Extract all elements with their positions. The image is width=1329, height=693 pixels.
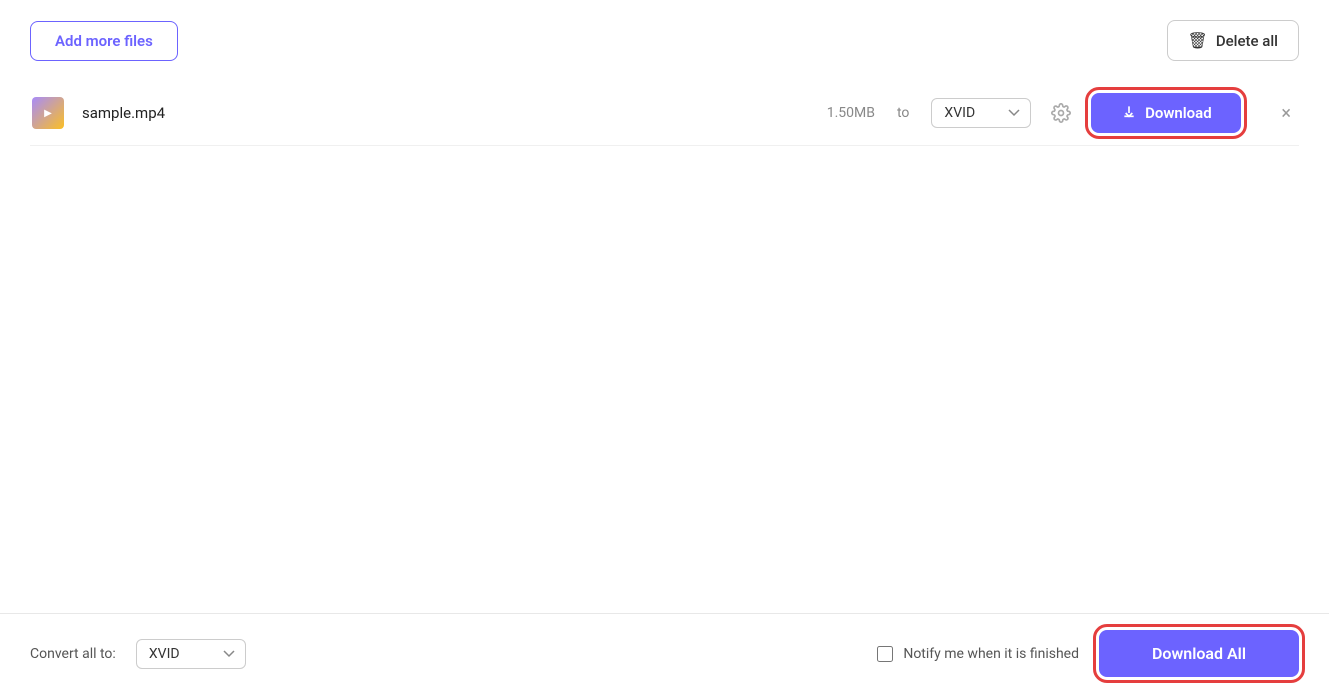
add-files-button[interactable]: Add more files bbox=[30, 21, 178, 61]
to-label: to bbox=[897, 105, 909, 121]
notify-checkbox[interactable] bbox=[877, 646, 893, 662]
download-arrow-icon bbox=[1121, 103, 1137, 123]
delete-all-button[interactable]: 🗑 Delete all bbox=[1167, 20, 1300, 61]
notify-section: Notify me when it is finished bbox=[877, 646, 1079, 662]
convert-all-select[interactable]: XVID MP4 AVI MKV MOV WMV bbox=[136, 639, 246, 669]
bottom-bar: Convert all to: XVID MP4 AVI MKV MOV WMV… bbox=[0, 613, 1329, 693]
content-spacer bbox=[30, 146, 1299, 593]
format-select[interactable]: XVID MP4 AVI MKV MOV WMV bbox=[931, 98, 1031, 128]
file-name: sample.mp4 bbox=[82, 104, 789, 122]
file-row: sample.mp4 1.50MB to XVID MP4 AVI MKV MO… bbox=[30, 81, 1299, 146]
file-type-icon bbox=[32, 97, 64, 129]
file-size: 1.50MB bbox=[805, 105, 875, 121]
file-icon bbox=[30, 95, 66, 131]
close-button[interactable]: × bbox=[1273, 99, 1299, 128]
download-button-label: Download bbox=[1145, 104, 1212, 122]
settings-button[interactable] bbox=[1047, 99, 1075, 127]
delete-all-label: Delete all bbox=[1216, 32, 1278, 50]
trash-icon: 🗑 bbox=[1188, 31, 1208, 50]
notify-label: Notify me when it is finished bbox=[903, 646, 1079, 662]
gear-icon bbox=[1051, 103, 1071, 123]
download-all-button[interactable]: Download All bbox=[1099, 630, 1299, 677]
top-bar: Add more files 🗑 Delete all bbox=[30, 20, 1299, 61]
download-button[interactable]: Download bbox=[1091, 93, 1241, 133]
convert-all-label: Convert all to: bbox=[30, 646, 116, 662]
main-container: Add more files 🗑 Delete all sample.mp4 1… bbox=[0, 0, 1329, 613]
